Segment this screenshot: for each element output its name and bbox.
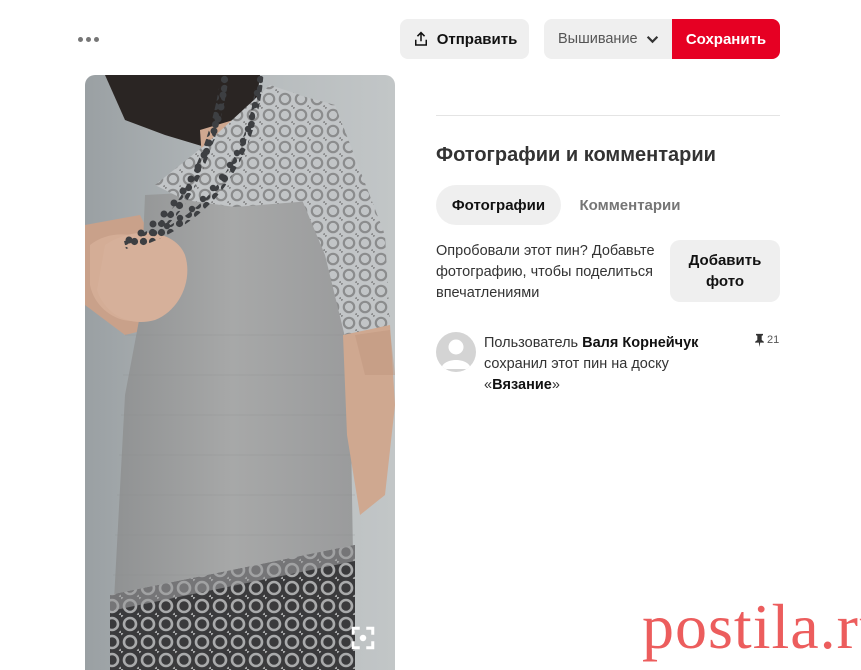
activity-open-quote: « — [484, 377, 493, 393]
send-button[interactable]: Отправить — [400, 19, 529, 59]
add-photo-button-line1: Добавить — [688, 252, 762, 269]
add-photo-button[interactable]: Добавить фото — [670, 240, 780, 302]
tab-comments[interactable]: Комментарии — [566, 185, 694, 225]
ellipsis-dot — [93, 36, 99, 42]
pushpin-icon — [755, 333, 764, 347]
activity-close-quote: » — [551, 377, 560, 393]
add-photo-button-line2: фото — [705, 273, 745, 290]
saves-count-value: 21 — [767, 334, 780, 346]
avatar[interactable] — [436, 332, 476, 372]
activity-text: Пользователь Валя Корнейчук сохранил это… — [484, 333, 724, 396]
pin-photo — [85, 75, 395, 670]
activity-board-link[interactable]: Вязание — [492, 377, 552, 393]
activity-user-link[interactable]: Валя Корнейчук — [582, 335, 698, 351]
ellipsis-dot — [85, 36, 91, 42]
activity-middle: сохранил этот пин на доску — [484, 356, 669, 372]
section-title: Фотографии и комментарии — [436, 144, 716, 166]
expand-icon[interactable] — [350, 625, 376, 651]
chevron-down-icon — [646, 35, 658, 43]
board-select-value: Вышивание — [558, 31, 638, 47]
ellipsis-dot — [77, 36, 83, 42]
saves-count: 21 — [754, 333, 779, 347]
activity-item: Пользователь Валя Корнейчук сохранил это… — [436, 332, 780, 402]
more-options-button[interactable] — [74, 26, 102, 52]
save-button[interactable]: Сохранить — [672, 19, 780, 59]
board-select[interactable]: Вышивание — [544, 19, 672, 59]
upload-icon — [414, 31, 427, 46]
default-avatar-icon — [441, 339, 471, 369]
pin-image[interactable] — [85, 75, 395, 670]
send-button-label: Отправить — [436, 30, 518, 48]
try-prompt-text: Опробовали этот пин? Добавьте фотографию… — [436, 243, 655, 301]
tab-photos[interactable]: Фотографии — [436, 185, 561, 225]
site-watermark: postila.ru — [642, 591, 861, 662]
activity-prefix: Пользователь — [484, 335, 579, 351]
section-divider — [436, 115, 780, 116]
